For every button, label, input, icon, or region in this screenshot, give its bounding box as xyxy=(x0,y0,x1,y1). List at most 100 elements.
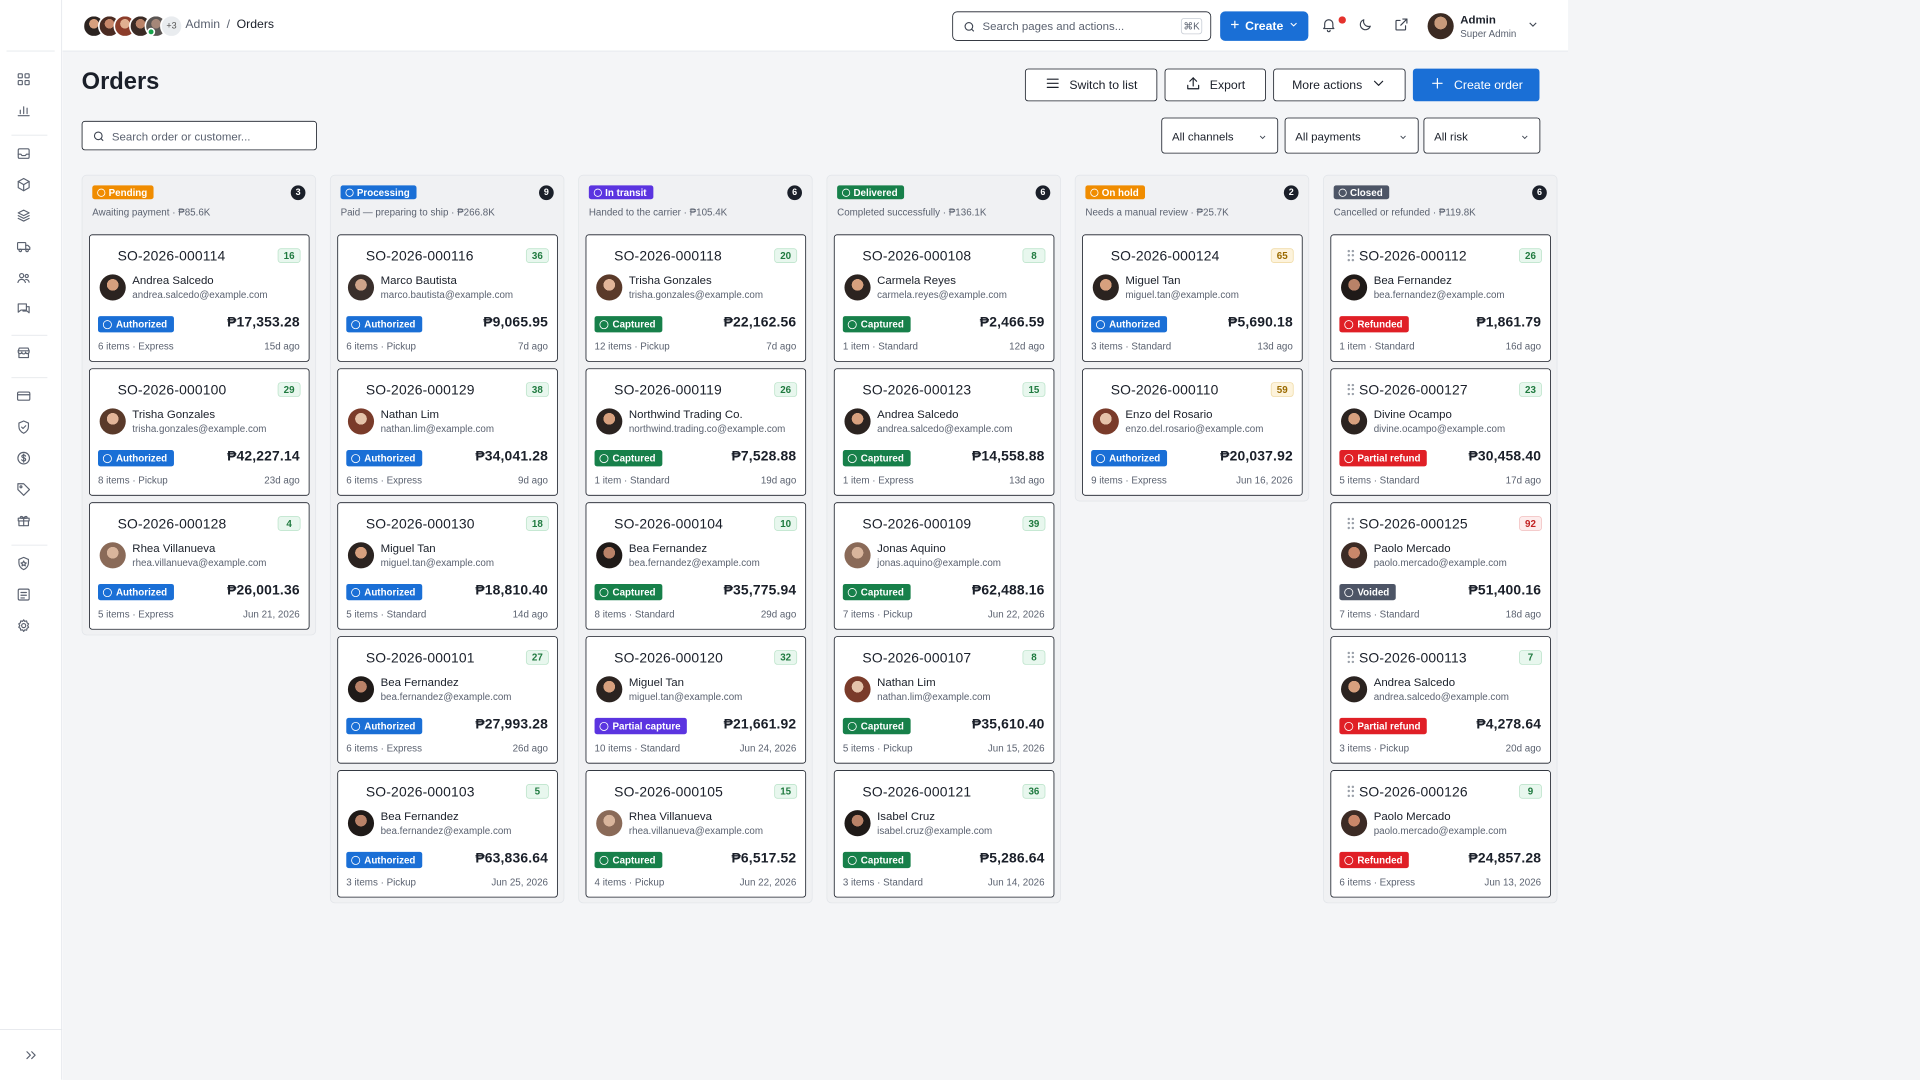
order-age: 13d ago xyxy=(1009,474,1045,486)
billing-card-icon[interactable] xyxy=(14,386,34,406)
more-collaborators-badge[interactable]: +3 xyxy=(160,14,183,38)
column-status-pill[interactable]: In transit xyxy=(588,185,654,200)
order-id[interactable]: SO-2026-000123 xyxy=(862,382,971,398)
global-search-input[interactable]: Search pages and actions... ⌘K xyxy=(952,11,1212,41)
order-card[interactable]: SO-2026-000130 18 Miguel Tan miguel.tan@exa… xyxy=(337,502,558,630)
customers-icon[interactable] xyxy=(14,268,34,288)
order-id[interactable]: SO-2026-000130 xyxy=(366,516,475,532)
export-button[interactable]: Export xyxy=(1164,68,1266,102)
order-id[interactable]: SO-2026-000110 xyxy=(1111,382,1219,398)
shipping-truck-icon[interactable] xyxy=(14,237,34,257)
order-card[interactable]: SO-2026-000109 39 Jonas Aquino jonas.aquino… xyxy=(833,502,1055,630)
drag-handle-icon[interactable] xyxy=(1347,383,1355,396)
order-search-input[interactable]: Search order or customer... xyxy=(81,120,317,151)
layers-icon[interactable] xyxy=(14,206,34,226)
order-card[interactable]: SO-2026-000114 16 Andrea Salcedo andrea.sal… xyxy=(89,234,310,362)
column-status-pill[interactable]: On hold xyxy=(1085,185,1146,200)
order-card[interactable]: SO-2026-000125 92 Paolo Mercado paolo.merca… xyxy=(1330,502,1551,630)
order-card[interactable]: SO-2026-000105 15 Rhea Villanueva rhea.vill… xyxy=(585,770,807,898)
collaborator-avatars[interactable]: +3 xyxy=(82,14,183,38)
order-card[interactable]: SO-2026-000120 32 Miguel Tan miguel.tan@exa… xyxy=(585,636,807,764)
order-id[interactable]: SO-2026-000113 xyxy=(1359,650,1467,666)
switch-to-list-button[interactable]: Switch to list xyxy=(1024,68,1158,102)
security-shield-icon[interactable] xyxy=(14,417,34,437)
order-card[interactable]: SO-2026-000103 5 Bea Fernandez bea.fernande… xyxy=(337,770,558,898)
risk-filter-select[interactable]: All risk xyxy=(1423,117,1541,154)
order-card[interactable]: SO-2026-000118 20 Trisha Gonzales trisha.go… xyxy=(585,234,807,362)
order-card[interactable]: SO-2026-000119 26 Northwind Trading Co. nor… xyxy=(585,368,807,496)
order-card[interactable]: SO-2026-000107 8 Nathan Lim nathan.lim@exam… xyxy=(833,636,1055,764)
column-status-pill[interactable]: Pending xyxy=(92,185,154,200)
dashboard-icon[interactable] xyxy=(14,69,34,89)
messages-icon[interactable] xyxy=(14,299,34,319)
order-id[interactable]: SO-2026-000124 xyxy=(1111,248,1220,264)
risk-score-badge: 29 xyxy=(277,382,301,397)
order-id[interactable]: SO-2026-000103 xyxy=(366,784,475,800)
column-status-pill[interactable]: Delivered xyxy=(837,185,905,200)
drag-handle-icon[interactable] xyxy=(1347,517,1355,529)
order-id[interactable]: SO-2026-000112 xyxy=(1359,248,1467,264)
order-card[interactable]: SO-2026-000128 4 Rhea Villanueva rhea.villa… xyxy=(89,502,310,630)
order-id[interactable]: SO-2026-000104 xyxy=(614,516,723,532)
create-order-button[interactable]: Create order xyxy=(1412,68,1540,102)
notes-icon[interactable] xyxy=(14,585,34,605)
order-id[interactable]: SO-2026-000105 xyxy=(614,784,723,800)
order-id[interactable]: SO-2026-000101 xyxy=(366,650,475,666)
order-id[interactable]: SO-2026-000100 xyxy=(118,382,227,398)
order-card[interactable]: SO-2026-000112 26 Bea Fernandez bea.fernand… xyxy=(1330,234,1551,362)
badge-star-icon[interactable] xyxy=(14,554,34,574)
drag-handle-icon[interactable] xyxy=(1347,785,1355,797)
order-id[interactable]: SO-2026-000107 xyxy=(862,650,971,666)
more-actions-button[interactable]: More actions xyxy=(1273,68,1406,102)
order-card[interactable]: SO-2026-000110 59 Enzo del Rosario enzo.del… xyxy=(1082,368,1303,496)
order-card[interactable]: SO-2026-000104 10 Bea Fernandez bea.fernand… xyxy=(585,502,807,630)
expand-sidebar-icon[interactable] xyxy=(21,1045,41,1065)
channel-filter-select[interactable]: All channels xyxy=(1161,117,1279,154)
chevron-down-icon[interactable] xyxy=(1526,18,1539,35)
drag-handle-icon[interactable] xyxy=(1347,249,1355,262)
column-status-pill[interactable]: Closed xyxy=(1333,185,1390,200)
order-card[interactable]: SO-2026-000101 27 Bea Fernandez bea.fernand… xyxy=(337,636,558,764)
products-box-icon[interactable] xyxy=(14,175,34,195)
order-id[interactable]: SO-2026-000126 xyxy=(1359,784,1468,800)
order-id[interactable]: SO-2026-000129 xyxy=(366,382,475,398)
breadcrumb-root[interactable]: Admin xyxy=(185,17,220,31)
order-id[interactable]: SO-2026-000114 xyxy=(118,248,226,264)
drag-handle-icon[interactable] xyxy=(1347,651,1355,663)
gift-icon[interactable] xyxy=(14,510,34,530)
store-icon[interactable] xyxy=(14,343,34,363)
order-card[interactable]: SO-2026-000113 7 Andrea Salcedo andrea.salc… xyxy=(1330,636,1551,764)
external-link-icon[interactable] xyxy=(1393,16,1411,34)
payment-filter-select[interactable]: All payments xyxy=(1284,117,1419,154)
order-card[interactable]: SO-2026-000127 23 Divine Ocampo divine.ocam… xyxy=(1330,368,1551,496)
order-id[interactable]: SO-2026-000121 xyxy=(862,784,971,800)
order-card[interactable]: SO-2026-000124 65 Miguel Tan miguel.tan@exa… xyxy=(1082,234,1303,362)
order-card[interactable]: SO-2026-000126 9 Paolo Mercado paolo.mercad… xyxy=(1330,770,1551,898)
order-id[interactable]: SO-2026-000119 xyxy=(614,382,722,398)
user-avatar[interactable] xyxy=(1427,13,1454,40)
order-card[interactable]: SO-2026-000100 29 Trisha Gonzales trisha.go… xyxy=(89,368,310,496)
order-card[interactable]: SO-2026-000129 38 Nathan Lim nathan.lim@exa… xyxy=(337,368,558,496)
order-card[interactable]: SO-2026-000123 15 Andrea Salcedo andrea.sal… xyxy=(833,368,1055,496)
finance-dollar-icon[interactable] xyxy=(14,448,34,468)
order-card[interactable]: SO-2026-000108 8 Carmela Reyes carmela.reye… xyxy=(833,234,1055,362)
user-name[interactable]: Admin xyxy=(1460,13,1496,26)
settings-gear-icon[interactable] xyxy=(14,616,34,636)
order-id[interactable]: SO-2026-000116 xyxy=(366,248,474,264)
order-id[interactable]: SO-2026-000109 xyxy=(862,516,971,532)
orders-inbox-icon[interactable] xyxy=(14,144,34,164)
order-id[interactable]: SO-2026-000125 xyxy=(1359,516,1468,532)
tag-icon[interactable] xyxy=(14,479,34,499)
dark-mode-moon-icon[interactable] xyxy=(1357,16,1375,34)
order-id[interactable]: SO-2026-000127 xyxy=(1359,382,1468,398)
order-id[interactable]: SO-2026-000120 xyxy=(614,650,723,666)
column-status-pill[interactable]: Processing xyxy=(340,185,417,200)
notifications-bell-icon[interactable] xyxy=(1321,16,1339,34)
order-id[interactable]: SO-2026-000108 xyxy=(862,248,971,264)
create-button[interactable]: Create xyxy=(1220,11,1309,41)
order-card[interactable]: SO-2026-000121 36 Isabel Cruz isabel.cruz@e… xyxy=(833,770,1055,898)
order-id[interactable]: SO-2026-000118 xyxy=(614,248,722,264)
order-card[interactable]: SO-2026-000116 36 Marco Bautista marco.baut… xyxy=(337,234,558,362)
analytics-icon[interactable] xyxy=(14,100,34,120)
order-id[interactable]: SO-2026-000128 xyxy=(118,516,227,532)
